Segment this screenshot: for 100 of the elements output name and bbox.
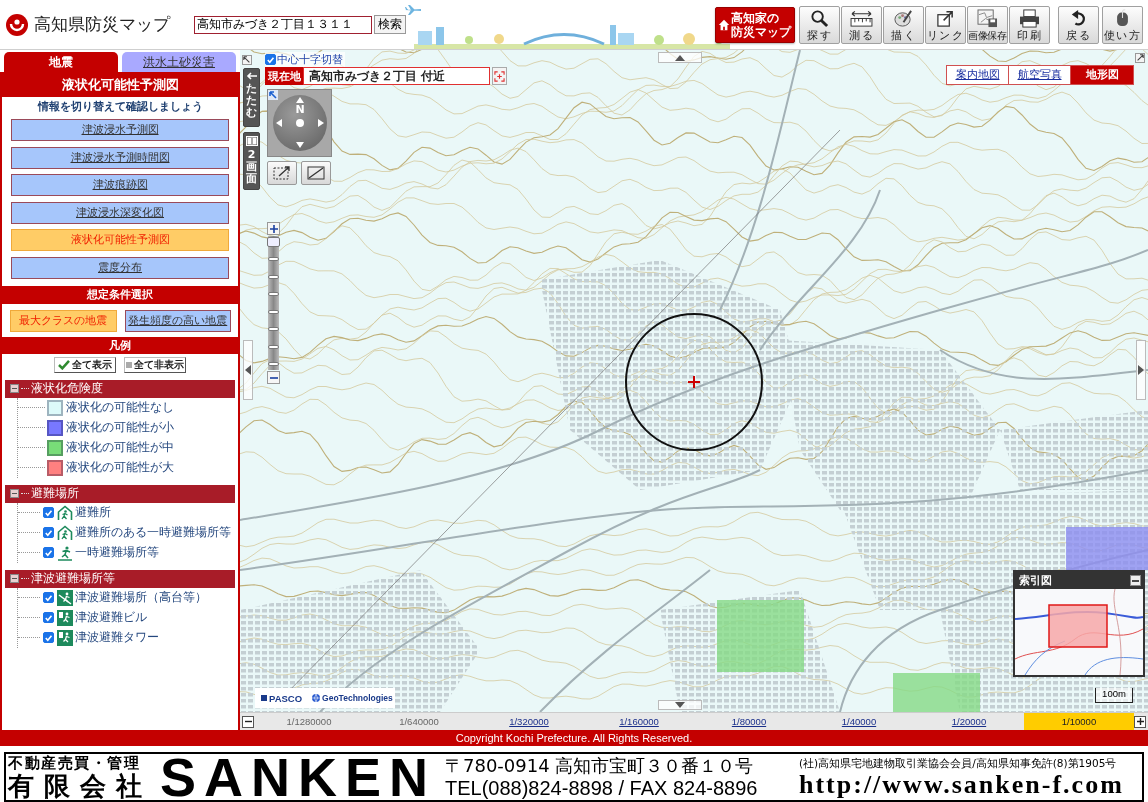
scale-option[interactable]: 1/10000 (1024, 713, 1134, 730)
scale-option[interactable]: 1/320000 (474, 713, 584, 730)
zoom-slider-thumb[interactable] (267, 237, 280, 247)
layer-label: 避難所 (75, 505, 111, 520)
section-heading: 想定条件選択 (2, 285, 238, 304)
globe-icon (312, 694, 321, 702)
promo-map-button[interactable]: 高知家の 防災マップ (715, 6, 795, 43)
measure-tool-button[interactable]: 測る (841, 5, 882, 44)
pan-handle[interactable] (658, 700, 702, 710)
scale-down-button[interactable] (242, 715, 254, 728)
legend-group-header[interactable]: 液状化危険度 (5, 379, 235, 398)
undo-arrow-icon (1069, 8, 1088, 27)
instruction-text: 情報を切り替えて確認しましょう (36, 99, 204, 115)
dashed-box-icon (272, 165, 292, 181)
box-zoom-button[interactable] (267, 161, 297, 185)
up-arrow-icon (296, 97, 304, 103)
section-heading: 凡例 (2, 336, 238, 354)
pan-handle[interactable] (658, 52, 702, 63)
layer-checkbox[interactable] (43, 612, 54, 623)
legend-label: 液状化の可能性が大 (66, 460, 174, 475)
line-zoom-button[interactable] (301, 161, 331, 185)
center-dot-icon (296, 119, 304, 127)
ad-address: 〒780-0914 高知市宝町３０番１０号 (445, 755, 755, 777)
layer-checkbox[interactable] (43, 527, 54, 538)
ad-tagline: 不動産売買・管理 (8, 754, 140, 772)
map-type-button[interactable]: 津波浸水深変化図 (11, 201, 229, 224)
tree-icon (494, 34, 504, 44)
corner-arrow-icon[interactable] (242, 55, 252, 65)
split-screen-button[interactable]: 2画面 (243, 132, 260, 190)
printer-icon (1019, 8, 1040, 28)
diagonal-arrow-icon (268, 90, 278, 100)
running-person-icon (57, 544, 73, 561)
current-location-label: 現在地 (265, 67, 303, 85)
pan-handle[interactable] (243, 340, 253, 400)
map-type-button[interactable]: 津波浸水予測図 (11, 119, 229, 141)
bridge-icon (523, 33, 605, 46)
map-type-button[interactable]: 震度分布 (11, 256, 229, 279)
corner-arrow-icon[interactable] (1135, 53, 1145, 63)
scale-option[interactable]: 1/20000 (914, 713, 1024, 730)
logo-mark-icon (261, 695, 267, 701)
search-button[interactable]: 検索 (374, 15, 406, 34)
left-arrow-icon (245, 72, 258, 80)
draw-tool-button[interactable]: 描く (883, 5, 924, 44)
ad-url[interactable]: http://www.sanken-f.com (799, 771, 1142, 799)
back-button[interactable]: 戻る (1058, 5, 1099, 44)
map-type-button[interactable]: 津波痕跡図 (11, 174, 229, 196)
zoom-out-button[interactable] (267, 371, 280, 384)
map-type-button[interactable]: 津波浸水予測時間図 (11, 146, 229, 169)
map-view[interactable]: 中心十字切替 現在地 高知市みづき２丁目 付近 たたむ 2画面 N 案内地図 航空写真 地形図 索引図 PASCO GeoTechnologies 100m (240, 50, 1148, 712)
locate-button[interactable] (492, 67, 507, 85)
crosshair-icon (494, 70, 505, 82)
help-button[interactable]: 使い方 (1102, 5, 1143, 44)
zoom-in-button[interactable] (267, 222, 280, 235)
search-tool-button[interactable]: 探す (799, 5, 840, 44)
layer-checkbox[interactable] (43, 632, 54, 643)
palette-icon (894, 8, 913, 28)
ad-phone: TEL(088)824-8898 / FAX 824-8896 (445, 777, 759, 799)
link-tool-button[interactable]: リンク (925, 5, 966, 44)
scale-option[interactable]: 1/40000 (804, 713, 914, 730)
legend-group-header[interactable]: 津波避難場所等 (5, 569, 235, 588)
collapse-panel-button[interactable]: たたむ (243, 68, 260, 127)
layer-label: 津波避難場所（高台等） (75, 590, 207, 605)
scenario-button[interactable]: 発生頻度の高い地震 (124, 309, 231, 332)
scale-option[interactable]: 1/80000 (694, 713, 804, 730)
hazard-tab[interactable]: 洪水土砂災害 (122, 52, 236, 72)
emblem-icon (6, 13, 28, 36)
layer-checkbox[interactable] (43, 507, 54, 518)
base-map-tab[interactable]: 地形図 (1071, 66, 1133, 84)
hazard-tab[interactable]: 地震 (4, 52, 118, 72)
legend-group-header[interactable]: 避難場所 (5, 484, 235, 503)
legend-label: 液状化の可能性が小 (66, 420, 174, 435)
layer-checkbox[interactable] (43, 592, 54, 603)
square-icon (126, 361, 132, 368)
hide-all-button[interactable]: 全て非表示 (124, 356, 186, 373)
evacuation-sign-icon (57, 629, 73, 646)
down-arrow-icon (296, 142, 304, 148)
tree-icon (654, 35, 664, 45)
print-button[interactable]: 印刷 (1009, 5, 1050, 44)
legend-label: 液状化の可能性が中 (66, 440, 174, 455)
pan-handle[interactable] (1136, 340, 1146, 400)
layer-checkbox[interactable] (43, 547, 54, 558)
tree-icon (465, 36, 473, 44)
map-save-icon (977, 8, 998, 28)
building-icon (618, 33, 634, 45)
building-icon (436, 27, 444, 45)
scale-up-button[interactable] (1134, 715, 1146, 728)
address-search-field[interactable]: 高知市みづき２丁目１３１１ (194, 15, 372, 34)
show-all-button[interactable]: 全て表示 (54, 356, 116, 373)
search-icon (810, 8, 829, 28)
center-crosshair-icon (687, 375, 701, 389)
minus-icon (1132, 579, 1139, 582)
save-image-button[interactable]: 画像保存 (967, 5, 1008, 44)
left-triangle-icon (245, 365, 251, 375)
ad-company-type: 有限会社 (8, 771, 152, 800)
scale-option[interactable]: 1/160000 (584, 713, 694, 730)
minimize-button[interactable] (1130, 575, 1141, 586)
minus-icon (244, 718, 252, 725)
center-cross-checkbox[interactable] (265, 54, 276, 65)
copyright-bar: Copyright Kochi Prefecture. All Rights Reserved. (0, 730, 1148, 746)
map-scale-bar: 100m (1095, 688, 1133, 703)
